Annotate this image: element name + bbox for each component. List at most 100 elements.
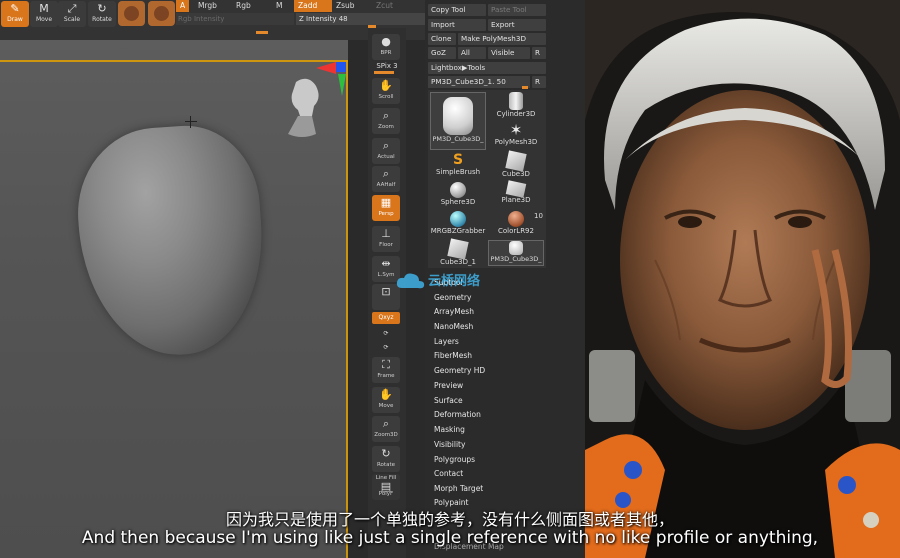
cloud-logo-icon — [396, 273, 425, 289]
tool-thumb-plane3d[interactable]: Plane3D — [488, 180, 544, 204]
menu-deformation[interactable]: Deformation — [434, 410, 481, 419]
menu-surface[interactable]: Surface — [434, 396, 463, 405]
tool-thumb-cube3d[interactable]: Cube3D — [488, 150, 544, 178]
rotate-view-button[interactable]: ↻ Rotate — [372, 446, 400, 472]
tool-thumb-cube3d-1[interactable]: Cube3D_1 — [430, 238, 486, 266]
qxyz-button[interactable]: Qxyz — [372, 312, 400, 324]
simplebrush-icon: S — [452, 152, 464, 168]
move-button[interactable]: M Move — [30, 1, 58, 27]
floor-icon: ⊥ — [381, 227, 391, 240]
slider-marker — [374, 71, 394, 74]
sphere-icon: ● — [381, 35, 391, 48]
mode-zcut[interactable]: Zcut — [372, 0, 397, 12]
reference-photo — [585, 0, 900, 558]
menu-geometry[interactable]: Geometry — [434, 293, 471, 302]
mode-rgb[interactable]: Rgb — [232, 0, 255, 12]
magnifier-icon: ⌕ — [382, 167, 390, 180]
import-button[interactable]: Import — [428, 19, 486, 31]
zoom3d-button[interactable]: ⌕ Zoom3D — [372, 416, 400, 442]
viewport-frame — [346, 60, 348, 558]
watermark-logo: 云桥网络 — [428, 274, 481, 289]
menu-morph-target[interactable]: Morph Target — [434, 484, 483, 493]
pencil-icon: ✎ — [10, 2, 20, 15]
polyframe-icon: ▤ — [380, 480, 392, 493]
mode-a[interactable]: A — [176, 0, 190, 12]
spix-setting[interactable]: SPix 3 — [372, 62, 402, 70]
hand-icon: ✋ — [379, 388, 393, 401]
tool-thumb-cylinder3d[interactable]: Cylinder3D — [488, 92, 544, 118]
visible-button[interactable]: Visible — [488, 47, 530, 59]
all-button[interactable]: All — [458, 47, 486, 59]
menu-preview[interactable]: Preview — [434, 381, 463, 390]
tool-thumb-mrgbzgrabber[interactable]: MRGBZGrabber — [430, 211, 486, 235]
frame-icon: ⛶ — [382, 358, 390, 371]
floor-button[interactable]: ⊥ Floor — [372, 226, 400, 252]
grid-icon: ▦ — [380, 196, 392, 209]
reference-portrait-image — [585, 0, 900, 558]
bpr-button[interactable]: ● BPR — [372, 34, 400, 60]
rgb-intensity-slider[interactable]: Rgb Intensity — [176, 13, 294, 25]
scroll-button[interactable]: ✋ Scroll — [372, 78, 400, 104]
brush-material-button[interactable] — [118, 1, 145, 26]
magnifier-icon: ⌕ — [382, 417, 390, 430]
head-navigation-icon[interactable] — [282, 76, 324, 140]
mode-zsub[interactable]: Zsub — [332, 0, 359, 12]
menu-contact[interactable]: Contact — [434, 469, 463, 478]
goz-button[interactable]: GoZ — [428, 47, 456, 59]
menu-layers[interactable]: Layers — [434, 337, 459, 346]
menu-geometry-hd[interactable]: Geometry HD — [434, 366, 485, 375]
sculpt-mesh[interactable] — [72, 120, 270, 362]
persp-button[interactable]: ▦ Persp — [372, 195, 400, 221]
menu-fibermesh[interactable]: FiberMesh — [434, 351, 472, 360]
export-button[interactable]: Export — [488, 19, 546, 31]
tool-thumb-sphere3d[interactable]: Sphere3D — [430, 182, 486, 206]
actual-button[interactable]: ⌕ Actual — [372, 138, 400, 164]
menu-arraymesh[interactable]: ArrayMesh — [434, 307, 474, 316]
symmetry-icon: ⇹ — [381, 257, 391, 270]
tool-thumb-pm3d-cube-2[interactable]: PM3D_Cube3D_ — [488, 240, 544, 266]
crosshair-cursor-icon — [185, 116, 197, 128]
stroke-material-button[interactable] — [148, 1, 175, 26]
mode-zadd[interactable]: Zadd — [294, 0, 332, 12]
scale-button[interactable]: ⤢ Scale — [58, 1, 86, 27]
viewport-frame — [0, 60, 348, 62]
cube-icon — [509, 241, 523, 255]
cube-icon — [505, 150, 527, 172]
linefill-button[interactable]: Line Fill ▤ PolyF — [372, 474, 400, 500]
r-button[interactable]: R — [532, 76, 546, 88]
current-tool-slider[interactable]: PM3D_Cube3D_1. 50 — [428, 76, 530, 88]
sphere-brush-icon — [124, 6, 139, 21]
tool-thumb-polymesh3d[interactable]: ✶ PolyMesh3D — [488, 122, 544, 146]
canvas-viewport[interactable] — [0, 40, 348, 558]
subtitle-chinese: 因为我只是使用了一个单独的参考，没有什么侧面图或者其他， — [225, 510, 674, 529]
rotate-button[interactable]: ↻ Rotate — [88, 1, 116, 27]
rotate-icon: ↻ — [97, 2, 107, 15]
frame-button[interactable]: ⛶ Frame — [372, 357, 400, 383]
rotate-icon[interactable]: ⟳ — [372, 342, 400, 354]
copy-tool-button[interactable]: Copy Tool — [428, 4, 486, 16]
swirl-icon — [154, 6, 169, 21]
menu-polygroups[interactable]: Polygroups — [434, 455, 475, 464]
z-intensity-slider[interactable]: Z Intensity 48 — [296, 13, 425, 25]
tool-thumb-pm3d-cube[interactable]: PM3D_Cube3D_ — [430, 92, 486, 150]
tool-thumb-simplebrush[interactable]: S SimpleBrush — [430, 152, 486, 176]
menu-masking[interactable]: Masking — [434, 425, 465, 434]
move-view-button[interactable]: ✋ Move — [372, 387, 400, 413]
menu-visibility[interactable]: Visibility — [434, 440, 465, 449]
draw-button[interactable]: ✎ Draw — [1, 1, 29, 27]
cube-icon — [443, 97, 473, 135]
rotate-icon[interactable]: ⟳ — [372, 328, 400, 340]
sphere-icon — [450, 182, 466, 198]
menu-nanomesh[interactable]: NanoMesh — [434, 322, 473, 331]
make-polymesh-button[interactable]: Make PolyMesh3D — [458, 33, 546, 45]
paste-tool-button[interactable]: Paste Tool — [488, 4, 546, 16]
r-button[interactable]: R — [532, 47, 546, 59]
zoom-button[interactable]: ⌕ Zoom — [372, 108, 400, 134]
lightbox-tools-button[interactable]: Lightbox▶Tools — [428, 62, 546, 74]
mode-m[interactable]: M — [272, 0, 286, 12]
grabber-icon — [450, 211, 466, 227]
mode-mrgb[interactable]: Mrgb — [194, 0, 221, 12]
aahalf-button[interactable]: ⌕ AAHalf — [372, 166, 400, 192]
rotate-icon: ↻ — [381, 447, 391, 460]
clone-button[interactable]: Clone — [428, 33, 456, 45]
